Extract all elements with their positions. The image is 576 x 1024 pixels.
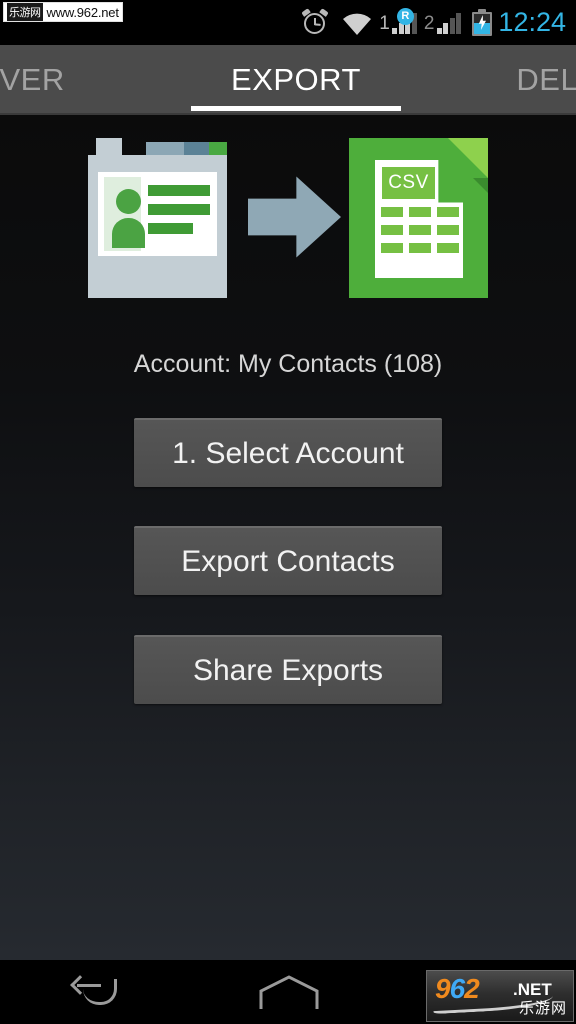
wifi-icon <box>341 10 373 36</box>
back-button[interactable] <box>21 960 171 1024</box>
status-icons: 1 R 2 12:24 <box>301 0 566 45</box>
csv-label: CSV <box>388 172 429 193</box>
top-watermark: 乐游网 www.962.net <box>3 2 123 22</box>
tab-bar: COVER EXPORT DELETE <box>0 45 576 115</box>
bottom-watermark: 962 .NET 乐游网 <box>426 970 574 1022</box>
export-contacts-button[interactable]: Export Contacts <box>134 526 442 595</box>
battery-charging-icon <box>472 9 493 36</box>
tab-delete-label: DELETE <box>516 62 576 97</box>
tab-recover-label: COVER <box>0 62 65 97</box>
right-arrow-icon <box>248 171 345 263</box>
account-summary-label: Account: My Contacts (108) <box>133 350 443 378</box>
export-illustration: CSV <box>0 138 576 298</box>
top-watermark-url: www.962.net <box>46 4 119 20</box>
home-icon <box>258 975 319 1009</box>
bottom-watermark-cn: 乐游网 <box>518 1000 567 1017</box>
export-panel: CSV Account: My Contacts (108) 1. Select… <box>0 115 576 960</box>
tab-recover[interactable]: COVER <box>0 45 181 115</box>
android-screen: 1 R 2 12:24 COVER EXPORT DELETE <box>0 0 576 1024</box>
sim2-signal-icon <box>435 12 462 34</box>
tab-export-label: EXPORT <box>231 62 361 97</box>
alarm-clock-icon <box>301 7 329 36</box>
tab-delete[interactable]: DELETE <box>411 45 576 115</box>
export-contacts-button-label: Export Contacts <box>181 544 395 578</box>
sim2-label: 2 <box>423 13 435 34</box>
contact-card-icon <box>88 138 227 298</box>
tab-export[interactable]: EXPORT <box>181 45 410 115</box>
status-bar-clock: 12:24 <box>498 7 566 37</box>
share-exports-button-label: Share Exports <box>192 653 384 687</box>
csv-file-icon: CSV <box>349 138 488 298</box>
home-button[interactable] <box>213 960 363 1024</box>
select-account-button-label: 1. Select Account <box>172 436 404 470</box>
share-exports-button[interactable]: Share Exports <box>134 635 442 704</box>
back-icon <box>70 975 119 1007</box>
select-account-button[interactable]: 1. Select Account <box>134 418 442 487</box>
top-watermark-cn: 乐游网 <box>7 3 43 21</box>
sim1-label: 1 <box>379 13 390 34</box>
sim1-signal-icon: R <box>391 7 417 34</box>
roaming-badge: R <box>396 7 414 25</box>
